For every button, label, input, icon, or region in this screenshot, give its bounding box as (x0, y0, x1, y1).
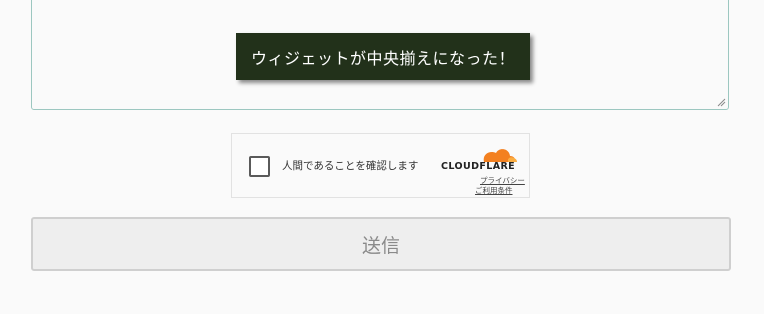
verify-human-label: 人間であることを確認します (282, 160, 419, 172)
cloudflare-wordmark: CLOUDFLARE (441, 161, 516, 172)
submit-button[interactable]: 送信 (31, 217, 731, 271)
terms-link[interactable]: ご利用条件 (475, 185, 513, 196)
centered-notice-tooltip: ウィジェットが中央揃えになった！ (236, 33, 530, 80)
resize-handle-icon[interactable] (717, 98, 726, 107)
cloudflare-turnstile-widget: 人間であることを確認します CLOUDFLARE プライバシー ご利用条件 (231, 133, 530, 198)
verify-human-checkbox[interactable] (249, 156, 270, 177)
cloudflare-cloud-icon (483, 149, 517, 162)
